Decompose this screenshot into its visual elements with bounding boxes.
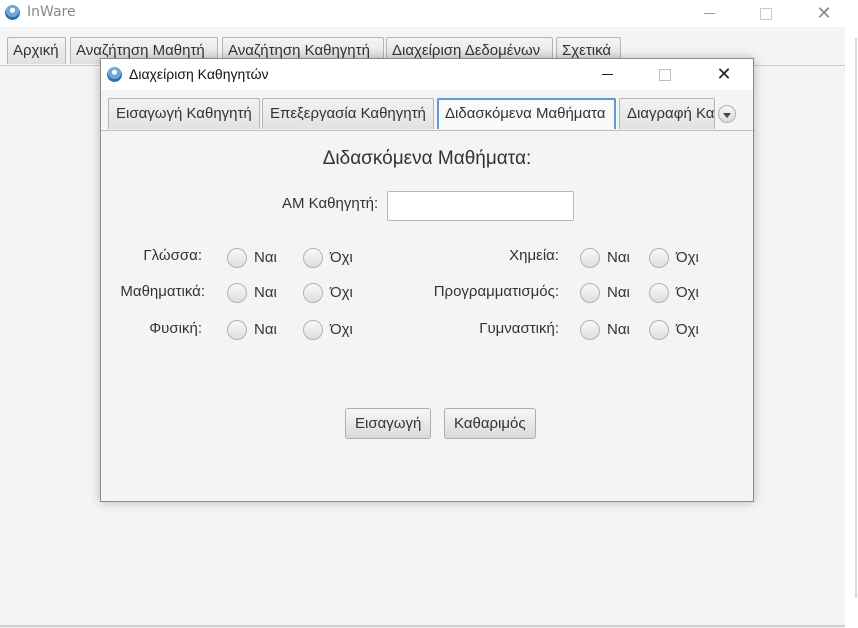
window-edge [845, 0, 858, 628]
dialog-title: Διαχείριση Καθηγητών [129, 66, 269, 82]
radio-yes-label: Ναι [254, 284, 277, 301]
maximize-icon [659, 68, 671, 81]
math-yes-radio[interactable] [227, 283, 247, 303]
close-icon: ✕ [716, 63, 732, 85]
radio-yes-label: Ναι [254, 321, 277, 338]
dialog-titlebar: Διαχείριση Καθηγητών ✕ [101, 59, 753, 90]
section-heading: Διδασκόμενα Μαθήματα: [322, 148, 532, 169]
close-icon: ✕ [816, 2, 832, 24]
insert-button[interactable]: Εισαγωγή [345, 408, 432, 439]
subject-label-gym: Γυμναστική: [479, 320, 559, 337]
dialog-close-button[interactable]: ✕ [701, 59, 747, 90]
radio-yes-label: Ναι [607, 249, 630, 266]
am-label: ΑΜ Καθηγητή: [282, 195, 379, 212]
minimize-button[interactable] [686, 0, 732, 27]
gym-yes-radio[interactable] [580, 320, 600, 340]
maximize-button[interactable] [743, 0, 789, 27]
radio-yes-label: Ναι [607, 321, 630, 338]
tab-edit-teacher[interactable]: Επεξεργασία Καθηγητή [262, 98, 434, 129]
programming-yes-radio[interactable] [580, 283, 600, 303]
window-title: InWare [27, 4, 76, 20]
chemistry-yes-radio[interactable] [580, 248, 600, 268]
gym-no-radio[interactable] [649, 320, 669, 340]
subject-label-programming: Προγραμματισμός: [433, 283, 559, 300]
minimize-icon [601, 74, 613, 75]
radio-no-label: Όχι [676, 284, 699, 301]
tab-taught-courses[interactable]: Διδασκόμενα Μαθήματα [437, 98, 616, 129]
taught-courses-panel: Διδασκόμενα Μαθήματα: ΑΜ Καθηγητή: Γλώσσ… [101, 131, 753, 501]
maximize-icon [760, 7, 772, 20]
subject-label-language: Γλώσσα: [143, 247, 202, 264]
am-teacher-input[interactable] [387, 191, 574, 221]
edge-line [855, 38, 857, 598]
radio-yes-label: Ναι [607, 284, 630, 301]
physics-yes-radio[interactable] [227, 320, 247, 340]
close-button[interactable]: ✕ [801, 0, 847, 27]
tab-insert-teacher[interactable]: Εισαγωγή Καθηγητή [108, 98, 260, 129]
app-logo-icon [107, 67, 122, 82]
dialog-tabbar: Εισαγωγή Καθηγητή Επεξεργασία Καθηγητή Δ… [101, 90, 753, 131]
chevron-down-icon[interactable] [718, 105, 736, 123]
radio-no-label: Όχι [676, 249, 699, 266]
radio-no-label: Όχι [330, 249, 353, 266]
math-no-radio[interactable] [303, 283, 323, 303]
language-no-radio[interactable] [303, 248, 323, 268]
subject-label-chemistry: Χημεία: [509, 247, 559, 264]
chemistry-no-radio[interactable] [649, 248, 669, 268]
language-yes-radio[interactable] [227, 248, 247, 268]
dialog-minimize-button[interactable] [584, 59, 630, 90]
subject-label-physics: Φυσική: [149, 320, 202, 337]
bottom-border [0, 625, 845, 627]
programming-no-radio[interactable] [649, 283, 669, 303]
radio-no-label: Όχι [330, 321, 353, 338]
subject-label-math: Μαθηματικά: [120, 283, 205, 300]
tab-home[interactable]: Αρχική [7, 37, 66, 64]
radio-yes-label: Ναι [254, 249, 277, 266]
clear-button[interactable]: Καθαριμός [444, 408, 536, 439]
dialog-maximize-button[interactable] [642, 59, 688, 90]
teacher-management-dialog: Διαχείριση Καθηγητών ✕ Εισαγωγή Καθηγητή… [100, 58, 754, 502]
physics-no-radio[interactable] [303, 320, 323, 340]
minimize-icon [703, 13, 715, 14]
tab-delete-teacher[interactable]: Διαγραφή Κα [619, 98, 715, 129]
radio-no-label: Όχι [330, 284, 353, 301]
main-titlebar: InWare ✕ [0, 0, 845, 27]
radio-no-label: Όχι [676, 321, 699, 338]
app-logo-icon [5, 5, 20, 20]
